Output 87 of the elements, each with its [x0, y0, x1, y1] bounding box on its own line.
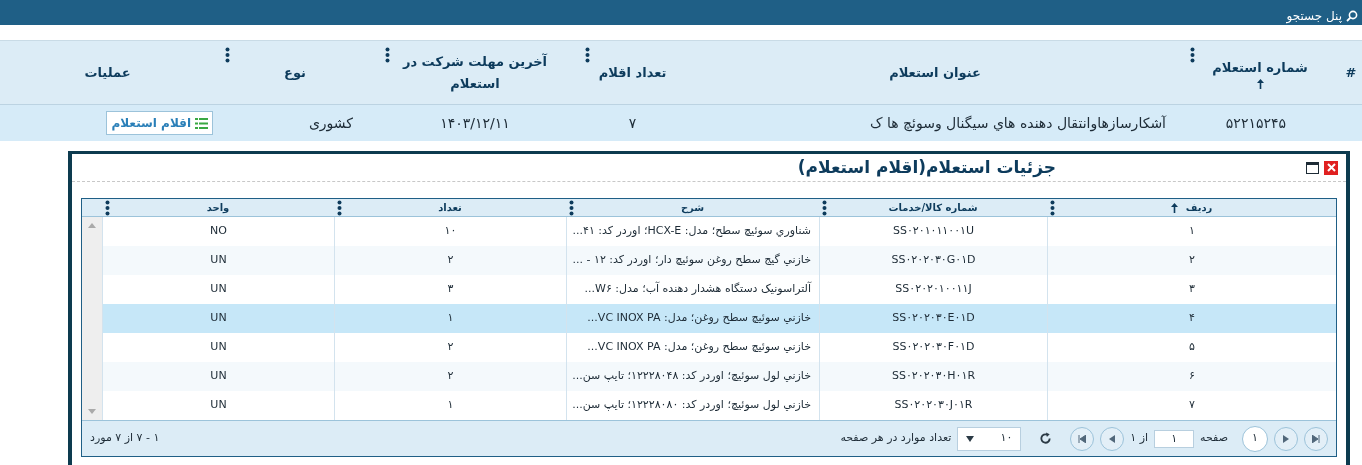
table-cell-text: ۵۲۲۱۵۲۴۵: [1225, 113, 1286, 133]
list-icon: [195, 117, 208, 129]
column-header[interactable]: آخرین مهلت شرکت در استعلام: [400, 50, 550, 95]
table-cell-text: آشکارسازهاوانتقال دهنده هاي سيگنال وسوئچ ها ک: [869, 113, 1166, 134]
grid-cell: ۳: [447, 281, 454, 298]
column-menu-icon[interactable]: [225, 47, 230, 63]
grid-cell: ۶: [1189, 368, 1195, 385]
panel-title: پنل جستجو: [1286, 10, 1342, 22]
grid-cell: NO: [210, 223, 227, 240]
grid-cell: ۲: [447, 339, 454, 356]
column-header[interactable]: تعداد: [438, 200, 462, 215]
column-menu-icon[interactable]: [1190, 47, 1195, 63]
table-cell-text: ۷: [628, 113, 637, 133]
grid-cell: ۲: [1189, 252, 1195, 269]
column-menu-icon[interactable]: [105, 200, 110, 216]
column-header[interactable]: شماره کالا/خدمات: [888, 200, 978, 215]
page-size-select[interactable]: ۱۰: [957, 426, 1022, 451]
column-menu-icon[interactable]: [385, 47, 390, 63]
grid-cell: خازني سوئيچ سطح روغن؛ مدل: VC INOX PA...: [587, 310, 811, 327]
grid-cell: خازني سوئيچ سطح روغن؛ مدل: VC INOX PA...: [587, 339, 811, 356]
column-header[interactable]: تعداد اقلام: [598, 61, 667, 84]
last-page-button[interactable]: [1070, 426, 1095, 451]
last-page-icon: [1078, 434, 1087, 443]
grid-cell: UN: [210, 368, 227, 385]
record-summary: ۱ - ۷ از ۷ مورد: [90, 430, 160, 447]
dialog-title: جزئیات استعلام(اقلام استعلام): [797, 155, 1056, 180]
next-page-icon: [1109, 434, 1116, 443]
grid-cell: ۲: [447, 368, 454, 385]
page-input[interactable]: ۱: [1154, 429, 1195, 448]
grid-cell: ۳: [1189, 281, 1195, 298]
column-header[interactable]: شرح: [680, 200, 705, 215]
grid-cell: ۷: [1189, 397, 1195, 414]
column-header[interactable]: #: [1345, 61, 1357, 84]
column-header[interactable]: ردیف: [1185, 200, 1213, 215]
column-menu-icon[interactable]: [1050, 200, 1055, 216]
column-header[interactable]: شماره استعلام: [1212, 56, 1308, 79]
grid-cell: آلتراسونیک دستگاه هشدار دهنده آب؛ مدل: W۶...: [584, 281, 811, 298]
grid-cell: UN: [210, 310, 227, 327]
grid-cell: SS۰۲۰۲۰۳۰E۰۱D: [892, 310, 975, 327]
grid-cell: SS۰۲۰۱۰۱۱۰۰۱U: [892, 223, 975, 240]
grid-cell: SS۰۲۰۲۰۳۰F۰۱D: [892, 339, 975, 356]
grid-cell: شناوري سوئيچ سطح؛ مدل: HCX-E؛ اوردر کد: ۴۱...: [572, 223, 811, 240]
column-header[interactable]: عنوان استعلام: [889, 61, 981, 84]
column-header[interactable]: عملیات: [84, 61, 131, 84]
grid-cell: خازني لول سوئيچ؛ اوردر کد: ۱۲۲۲۸۰۴۸؛ تايپ سن...: [572, 368, 811, 385]
grid-cell: SS۰۲۰۲۰۳۰G۰۱D: [891, 252, 976, 269]
column-menu-icon[interactable]: [822, 200, 827, 216]
grid-cell: خازني گيج سطح روغن سوئيچ دار؛ اوردر کد: ۱۲ - ...: [572, 252, 811, 269]
current-page[interactable]: ۱: [1242, 425, 1268, 452]
grid-cell: ۱۰: [444, 223, 457, 240]
grid-cell: UN: [210, 397, 227, 414]
grid-cell: SS۰۲۰۲۰۱۰۰۱۱J: [895, 281, 972, 298]
column-header[interactable]: نوع: [284, 61, 306, 84]
close-button[interactable]: [1324, 160, 1338, 175]
first-page-button[interactable]: [1304, 426, 1328, 451]
grid-cell: UN: [210, 252, 227, 269]
previous-page-button[interactable]: [1274, 426, 1298, 451]
first-page-icon: [1312, 434, 1320, 443]
grid-cell: SS۰۲۰۲۰۳۰J۰۱R: [894, 397, 973, 414]
grid-cell: SS۰۲۰۲۰۳۰H۰۱R: [891, 368, 976, 385]
column-header[interactable]: واحد: [206, 200, 230, 215]
search-icon: [1346, 10, 1358, 22]
grid-cell: ۱: [1189, 223, 1195, 240]
column-menu-icon[interactable]: [569, 200, 574, 216]
grid-cell: UN: [210, 281, 227, 298]
page-count: از ۱: [1130, 430, 1149, 447]
refresh-icon[interactable]: [1039, 432, 1053, 445]
column-menu-icon[interactable]: [337, 200, 342, 216]
maximize-button[interactable]: [1306, 161, 1319, 174]
table-cell-text: کشوری: [308, 113, 353, 134]
items-button[interactable]: اقلام استعلام: [106, 111, 213, 135]
table-row[interactable]: ۵۲۲۱۵۲۴۵ آشکارسازهاوانتقال دهنده هاي سيگنال وسوئچ ها ک ۷ ۱۴۰۳/۱۲/۱۱ کشوری اقلام استعلام: [0, 104, 1362, 141]
page-label: صفحه: [1200, 430, 1228, 447]
next-page-button[interactable]: [1100, 426, 1125, 451]
grid-cell: ۱: [447, 310, 454, 327]
close-icon: [1326, 163, 1336, 172]
grid-cell: خازني لول سوئيچ؛ اوردر کد: ۱۲۲۲۸۰۸۰؛ تايپ سن...: [572, 397, 811, 414]
grid-cell: UN: [210, 339, 227, 356]
grid-cell: ۱: [447, 397, 454, 414]
dropdown-icon: [966, 435, 975, 442]
grid-cell: ۲: [447, 252, 454, 269]
grid-cell: ۴: [1189, 310, 1195, 327]
previous-page-icon: [1283, 434, 1289, 443]
table-cell-text: ۱۴۰۳/۱۲/۱۱: [440, 113, 510, 133]
grid-cell: ۵: [1189, 339, 1195, 356]
page-size-label: تعداد موارد در هر صفحه: [840, 430, 952, 447]
column-menu-icon[interactable]: [585, 47, 590, 63]
